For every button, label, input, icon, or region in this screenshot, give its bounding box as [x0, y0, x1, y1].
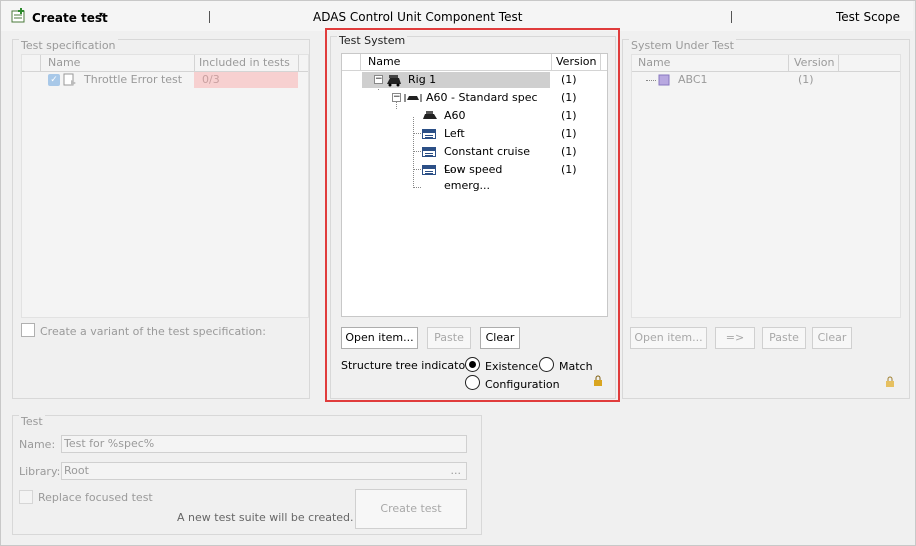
library-input[interactable]: Root ...: [61, 462, 467, 480]
test-scope-label[interactable]: Test Scope: [836, 10, 900, 24]
sut-name: ABC1: [678, 73, 708, 86]
create-variant-checkbox[interactable]: [21, 323, 35, 337]
included-count: 0/3: [194, 72, 298, 88]
panel-title: Test: [19, 415, 45, 428]
page-title: ADAS Control Unit Component Test: [313, 10, 523, 24]
browse-icon[interactable]: ...: [451, 463, 462, 479]
replace-test-label: Replace focused test: [38, 491, 153, 504]
paste-button[interactable]: Paste: [762, 327, 806, 349]
library-value: Root: [64, 464, 89, 477]
table-header: Name Version: [632, 55, 900, 72]
lock-icon[interactable]: [885, 376, 895, 388]
open-item-button[interactable]: Open item...: [630, 327, 707, 349]
panel-title: Test specification: [19, 39, 118, 52]
table-row[interactable]: ✓ Throttle Error test 0/3: [22, 72, 308, 88]
create-test-button[interactable]: Create test: [32, 11, 108, 25]
table-row[interactable]: ABC1 (1): [632, 72, 900, 88]
highlight-frame: [325, 28, 620, 402]
info-text: A new test suite will be created.: [177, 511, 354, 524]
create-test-button[interactable]: Create test: [355, 489, 467, 529]
library-label: Library:: [19, 465, 61, 478]
test-spec-panel: Test specification Name Included in test…: [12, 39, 310, 399]
test-spec-icon: [63, 73, 76, 86]
sut-panel: System Under Test Name Version ABC1 (1) …: [622, 39, 910, 399]
toolbar-divider: [731, 11, 732, 23]
replace-test-checkbox[interactable]: [19, 490, 33, 504]
test-name-input[interactable]: Test for %spec%: [61, 435, 467, 453]
sut-table[interactable]: Name Version ABC1 (1): [631, 54, 901, 318]
toolbar-divider: [209, 11, 210, 23]
panel-title: System Under Test: [629, 39, 736, 52]
ecu-icon: [658, 74, 670, 86]
table-header: Name Included in tests: [22, 55, 308, 72]
test-spec-name: Throttle Error test: [84, 73, 183, 86]
column-header-name[interactable]: Name: [638, 56, 670, 69]
checkbox-checked-icon[interactable]: ✓: [48, 74, 60, 86]
clear-button[interactable]: Clear: [812, 327, 852, 349]
column-header-name[interactable]: Name: [48, 56, 80, 69]
top-toolbar: Create test ▾ ADAS Control Unit Componen…: [1, 1, 913, 31]
name-label: Name:: [19, 438, 56, 451]
create-test-icon: [11, 8, 25, 23]
test-spec-table[interactable]: Name Included in tests ✓ Throttle Error …: [21, 54, 309, 318]
test-panel: Test Name: Test for %spec% Library: Root…: [12, 415, 482, 535]
chevron-down-icon[interactable]: ▾: [99, 10, 103, 19]
copy-arrow-button[interactable]: =>: [715, 327, 755, 349]
sut-version: (1): [798, 73, 814, 86]
column-header-version[interactable]: Version: [794, 56, 834, 69]
create-variant-label: Create a variant of the test specificati…: [40, 325, 266, 338]
column-header-included[interactable]: Included in tests: [199, 56, 290, 69]
